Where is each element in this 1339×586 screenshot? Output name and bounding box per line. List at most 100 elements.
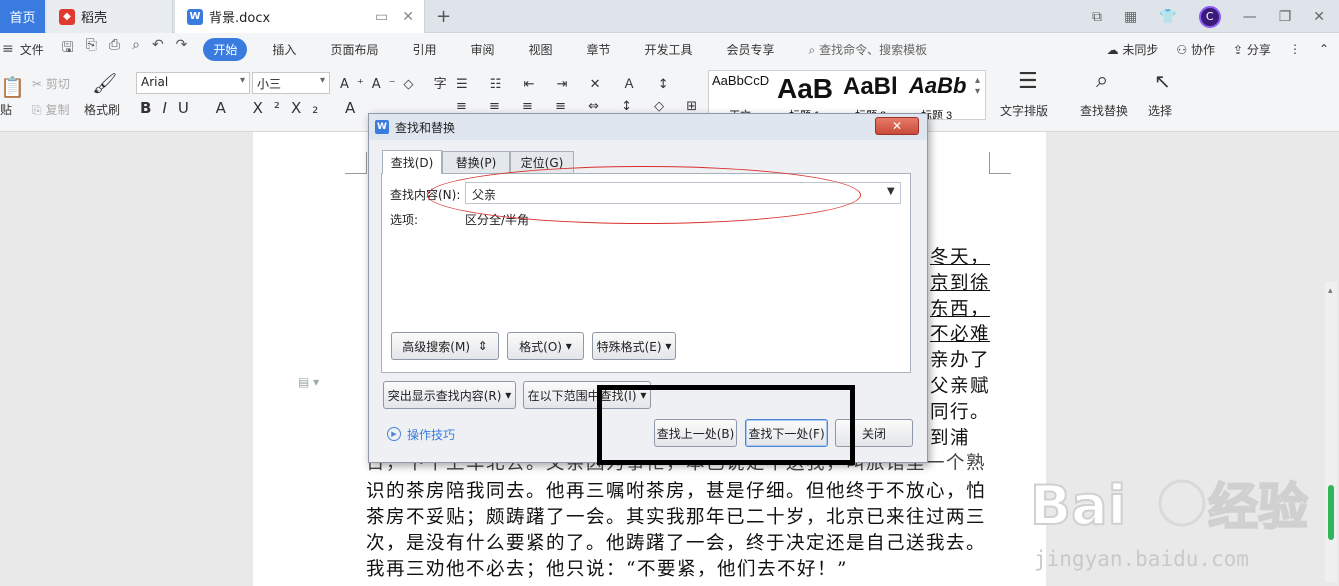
- format-label: 格式(O): [519, 339, 562, 354]
- undo-icon[interactable]: ↶: [152, 37, 164, 61]
- add-tab-icon[interactable]: +: [436, 6, 451, 27]
- menu-right: ☁ 未同步 ⚇ 协作 ⇪ 分享 ⋮ ⌃: [1107, 33, 1329, 65]
- skin-icon[interactable]: 👕: [1159, 9, 1176, 25]
- align-tools[interactable]: ≡ ≡ ≡ ≡ ⇔ ↕ ◇ ⊞: [456, 99, 706, 114]
- text-layout-icon[interactable]: ☰: [1018, 69, 1038, 94]
- annotation-red-ellipse: [427, 166, 861, 224]
- collapse-icon[interactable]: ⌃: [1319, 42, 1329, 56]
- highlight-results-button[interactable]: 突出显示查找内容(R) ▾: [383, 381, 516, 409]
- chevron-down-icon: ▾: [505, 388, 512, 402]
- format-painter-label[interactable]: 格式刷: [84, 101, 120, 118]
- tab-replace-label: 替换(P): [455, 156, 497, 170]
- collab-icon: ⚇: [1176, 42, 1188, 57]
- font-size-select[interactable]: 小三: [252, 72, 330, 94]
- layout-icon[interactable]: ⧉: [1092, 9, 1102, 25]
- share-icon: ⇪: [1233, 42, 1244, 57]
- margin-mark-right: [989, 152, 1011, 174]
- menu-member[interactable]: 会员专享: [710, 41, 792, 58]
- tab-document[interactable]: W 背景.docx ▭ ✕: [175, 0, 425, 33]
- play-circle-icon[interactable]: ▶: [387, 427, 401, 441]
- close-icon: ✕: [891, 119, 903, 133]
- daoke-icon: ◆: [59, 8, 75, 25]
- font-size-tools[interactable]: A⁺A⁻◇ 字: [340, 73, 455, 92]
- text-layout-label[interactable]: 文字排版: [1000, 102, 1048, 119]
- paste-icon[interactable]: 📋: [0, 75, 25, 99]
- dialog-close-button[interactable]: ✕: [875, 117, 919, 135]
- hamburger-icon[interactable]: ≡: [0, 41, 18, 57]
- paragraph-icon[interactable]: ▤ ▾: [298, 375, 319, 389]
- paste-label[interactable]: 贴: [0, 101, 12, 118]
- watermark-brand: Bai: [1030, 474, 1126, 537]
- menu-file[interactable]: 文件: [18, 41, 54, 58]
- list-tools[interactable]: ☰ ☷ ⇤ ⇥ ✕ Ａ ↕: [456, 73, 678, 92]
- dialog-titlebar[interactable]: W 查找和替换: [369, 114, 927, 140]
- baidu-jingyan-watermark: Bai 经验 jingyan.baidu.com: [1030, 473, 1309, 571]
- pin-icon[interactable]: ▭: [375, 9, 388, 25]
- share-button[interactable]: ⇪ 分享: [1233, 41, 1271, 58]
- special-format-button[interactable]: 特殊格式(E) ▾: [592, 332, 676, 360]
- scroll-up-icon[interactable]: ▴: [1328, 286, 1333, 296]
- print-icon[interactable]: ⎙: [109, 37, 120, 61]
- doc-line-2: 茶房不妥贴；颇踌躇了一会。其实我那年已二十岁，北京已来往过两三: [366, 507, 987, 528]
- chevron-down-icon: ▾: [665, 339, 672, 353]
- more-icon[interactable]: ⋮: [1289, 42, 1301, 56]
- menu-view[interactable]: 视图: [511, 41, 569, 58]
- find-history-dropdown-icon[interactable]: ▼: [887, 186, 895, 197]
- avatar[interactable]: C: [1198, 5, 1221, 28]
- font-family-select[interactable]: Arial: [136, 72, 250, 94]
- preview-icon[interactable]: ⌕: [132, 37, 140, 61]
- options-label: 选项:: [390, 213, 419, 227]
- style-scroll-icon[interactable]: ▴ ▾: [975, 75, 980, 97]
- export-icon[interactable]: ⎘: [86, 37, 97, 61]
- doc-fragment-7: 同行。: [930, 402, 991, 423]
- cursor-icon[interactable]: ↖: [1154, 69, 1171, 93]
- close-tab-icon[interactable]: ✕: [402, 9, 414, 25]
- style-preview-body[interactable]: AaBbCcD: [712, 73, 769, 88]
- menu-section[interactable]: 章节: [570, 41, 628, 58]
- select-label[interactable]: 选择: [1148, 102, 1172, 119]
- tab-home-label: 首页: [9, 11, 36, 26]
- font-style-tools[interactable]: BIU A X²X₂ A: [140, 99, 366, 117]
- format-button[interactable]: 格式(O) ▾: [507, 332, 584, 360]
- menu-references[interactable]: 引用: [395, 41, 453, 58]
- close-window-icon[interactable]: ✕: [1313, 9, 1325, 25]
- sync-label: 未同步: [1122, 42, 1159, 57]
- tab-bar: 首页 ◆ 稻壳 W 背景.docx ▭ ✕ + ⧉ ▦ 👕 C — ❐ ✕: [0, 0, 1339, 33]
- collab-label: 协作: [1191, 42, 1216, 57]
- minimize-icon[interactable]: —: [1243, 9, 1257, 25]
- menu-review[interactable]: 审阅: [453, 41, 511, 58]
- save-icon[interactable]: 🖫: [62, 37, 74, 61]
- style-preview-h2[interactable]: AaBl: [843, 73, 898, 101]
- tab-find[interactable]: 查找(D): [382, 150, 442, 174]
- menu-developer[interactable]: 开发工具: [628, 41, 710, 58]
- doc-fragment-1: 冬天，: [930, 247, 991, 268]
- doc-fragment-3: 东西，: [930, 299, 991, 320]
- advanced-search-button[interactable]: 高级搜索(M) ⇕: [391, 332, 499, 360]
- find-replace-icon[interactable]: ⌕: [1096, 68, 1108, 93]
- command-search[interactable]: ⌕ 查找命令、搜索模板: [792, 41, 945, 58]
- cut-button[interactable]: ✂ 剪切: [32, 75, 70, 92]
- grid-icon[interactable]: ▦: [1124, 9, 1137, 25]
- tab-daoke[interactable]: ◆ 稻壳: [47, 0, 173, 33]
- find-replace-label[interactable]: 查找替换: [1080, 102, 1128, 119]
- paw-icon: [1158, 479, 1206, 527]
- margin-mark-left: [345, 152, 367, 174]
- doc-line-3: 次，是没有什么要紧的了。他踌躇了一会，终于决定还是自己送我去。: [366, 533, 987, 554]
- collab-button[interactable]: ⚇ 协作: [1176, 41, 1215, 58]
- restore-icon[interactable]: ❐: [1279, 9, 1292, 25]
- menu-home[interactable]: 开始: [203, 37, 248, 61]
- doc-line-1: 识的茶房陪我同去。他再三嘱咐茶房，甚是仔细。但他终于不放心，怕: [366, 481, 987, 502]
- copy-button[interactable]: ⎘ 复制: [32, 101, 69, 118]
- style-preview-h3[interactable]: AaBb: [909, 73, 966, 99]
- tab-replace[interactable]: 替换(P): [442, 151, 510, 173]
- sync-button[interactable]: ☁ 未同步: [1107, 41, 1159, 58]
- menu-layout[interactable]: 页面布局: [313, 41, 395, 58]
- doc-fragment-2: 京到徐: [930, 273, 991, 294]
- redo-icon[interactable]: ↷: [176, 37, 188, 61]
- tab-home[interactable]: 首页: [0, 0, 45, 33]
- style-preview-h1[interactable]: AaB: [777, 73, 833, 105]
- menu-insert[interactable]: 插入: [255, 41, 313, 58]
- format-painter-icon[interactable]: 🖌: [92, 71, 117, 95]
- tips-link[interactable]: 操作技巧: [407, 426, 455, 443]
- doc-fragment-6: 父亲赋: [930, 376, 991, 397]
